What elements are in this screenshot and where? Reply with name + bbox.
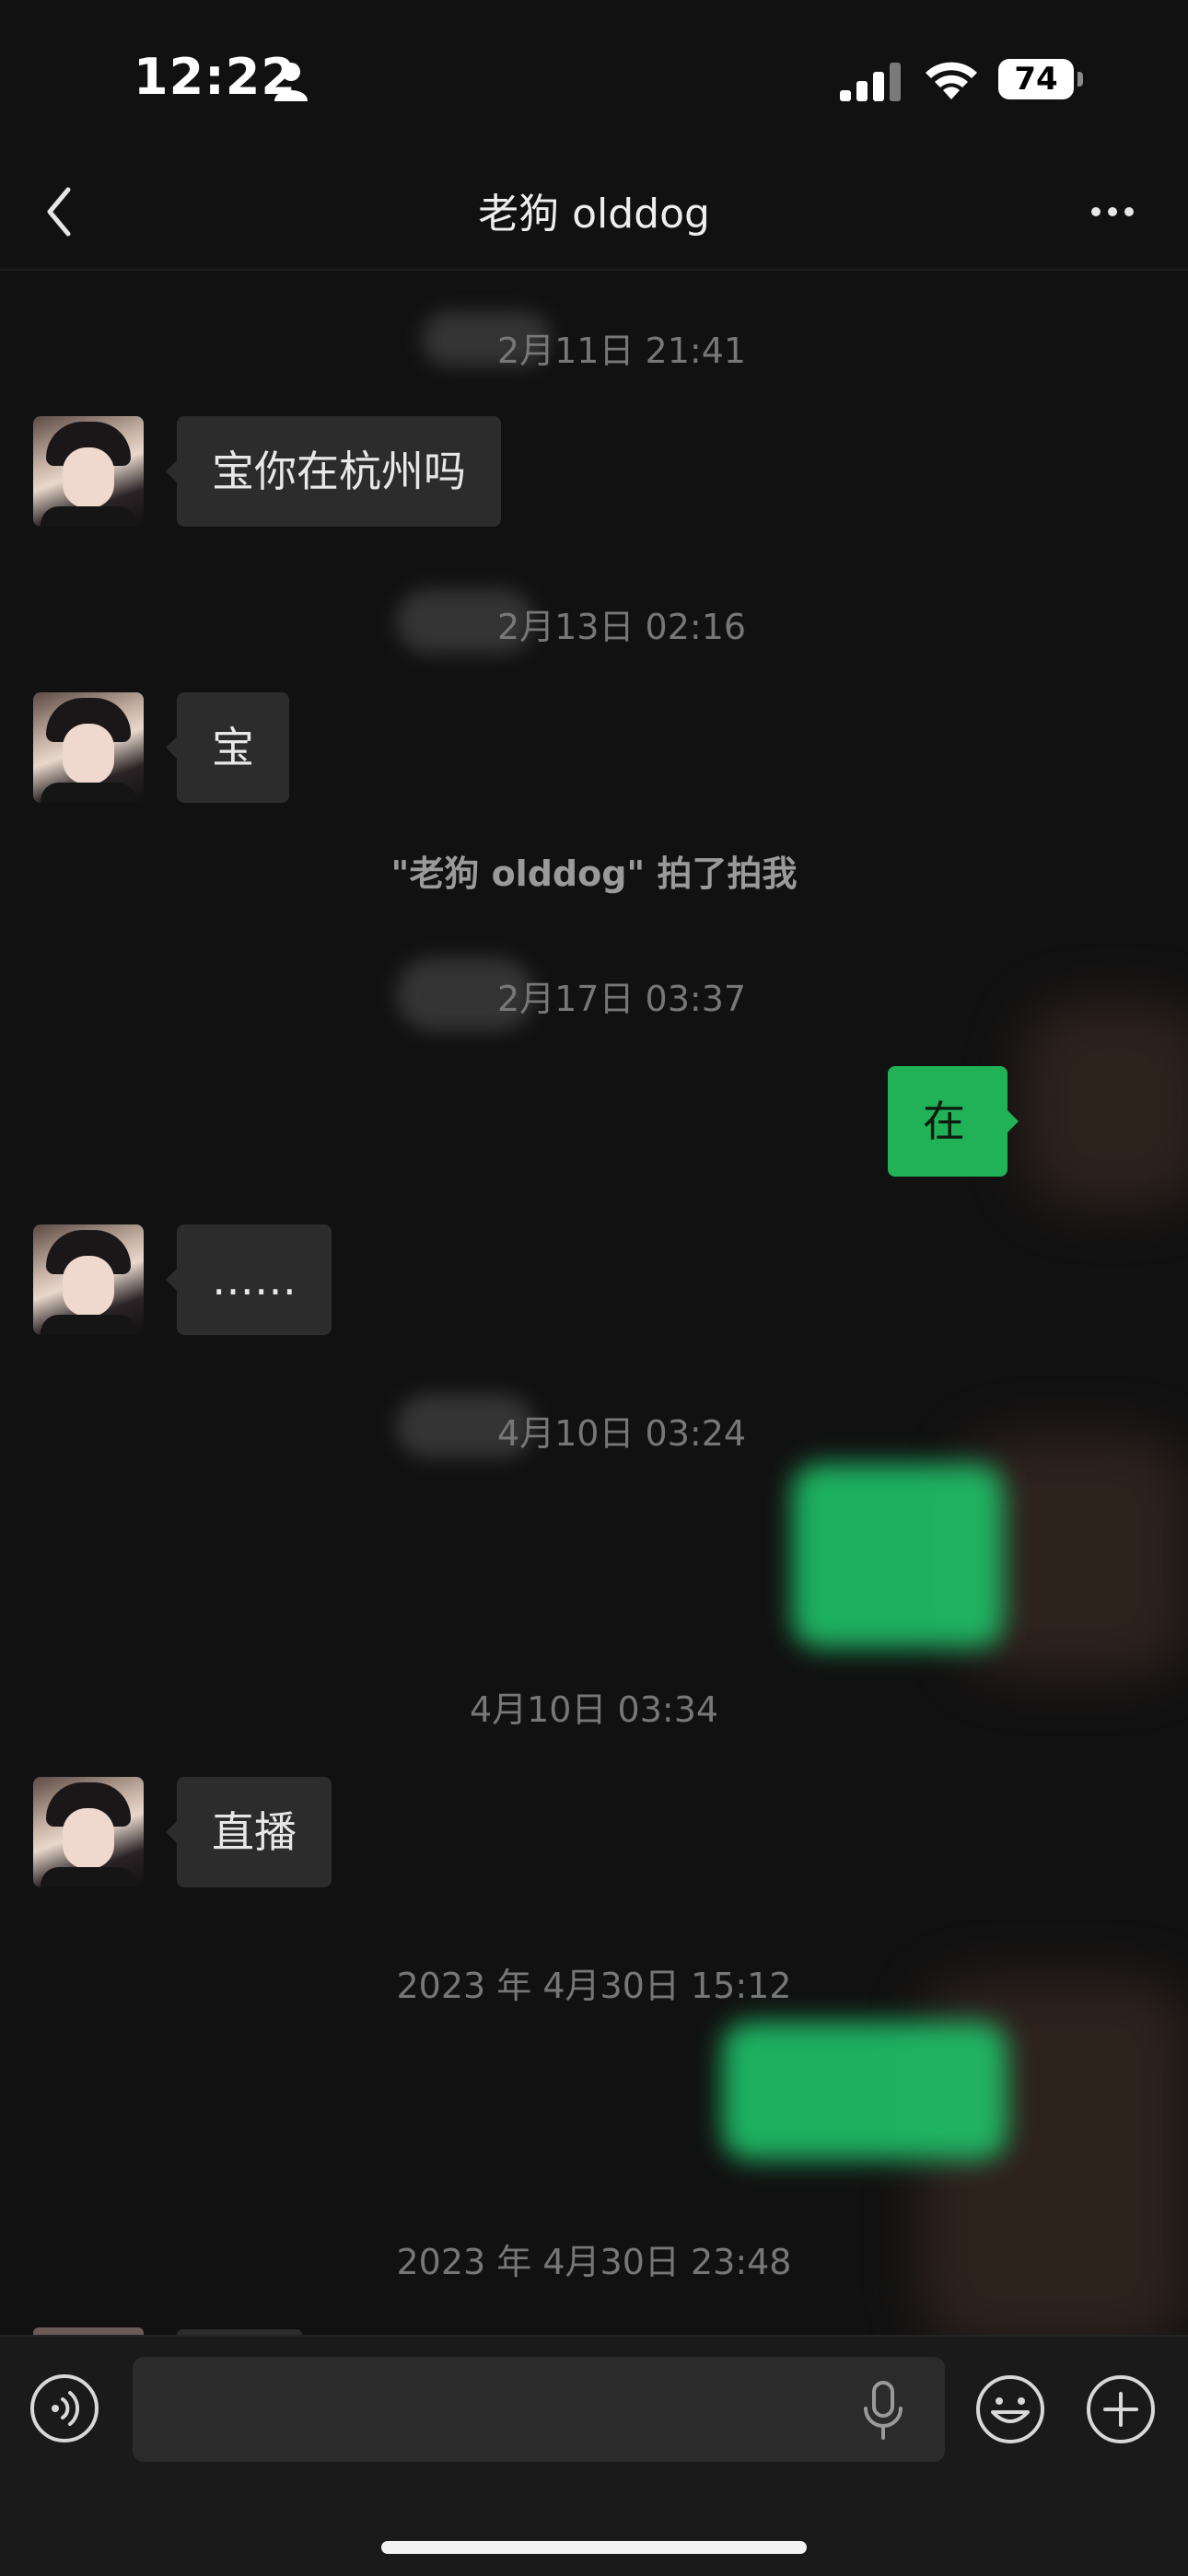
incoming-message-bubble[interactable]: 直播 (166, 1777, 332, 1887)
wifi-icon (926, 62, 977, 99)
battery-indicator: 74 (998, 59, 1083, 101)
chat-header: 老狗 olddog (0, 157, 1188, 271)
contact-avatar[interactable] (33, 692, 144, 803)
chat-title: 老狗 olddog (478, 191, 710, 238)
contact-avatar[interactable] (33, 1777, 144, 1887)
more-options-icon[interactable] (1089, 193, 1136, 230)
cellular-signal-icon (840, 63, 901, 101)
emoji-icon[interactable] (974, 2373, 1046, 2445)
message-timestamp: 2月13日 02:16 (496, 607, 747, 647)
battery-percent: 74 (1014, 61, 1058, 98)
message-timestamp: 2023 年 4月30日 23:48 (396, 2242, 792, 2282)
contact-avatar[interactable] (33, 1224, 144, 1335)
voice-mode-icon[interactable] (29, 2373, 99, 2443)
chat-input-bar (0, 2335, 1188, 2576)
incoming-message-bubble[interactable]: …… (166, 1224, 332, 1335)
add-more-icon[interactable] (1085, 2373, 1157, 2445)
message-input[interactable] (133, 2357, 945, 2462)
message-timestamp: 2月17日 03:37 (496, 979, 747, 1019)
message-timestamp: 2月11日 21:41 (496, 331, 747, 371)
message-timestamp: 4月10日 03:34 (469, 1689, 719, 1730)
contact-avatar[interactable] (33, 416, 144, 527)
outgoing-message-bubble[interactable]: 在 (888, 1066, 1019, 1177)
microphone-icon[interactable] (860, 2381, 906, 2440)
home-indicator[interactable] (381, 2541, 807, 2554)
pat-system-note: "老狗 olddog" 拍了拍我 (390, 853, 798, 894)
incoming-message-bubble[interactable]: 宝 (166, 692, 289, 803)
redacted-outgoing-message[interactable] (792, 1464, 1004, 1648)
redacted-outgoing-message[interactable] (722, 2022, 1007, 2160)
status-bar: 12:22 74 (0, 0, 1188, 157)
person-icon (274, 63, 308, 101)
redaction-smudge (1022, 1004, 1188, 1206)
incoming-message-bubble[interactable]: 宝你在杭州吗 (166, 416, 501, 527)
